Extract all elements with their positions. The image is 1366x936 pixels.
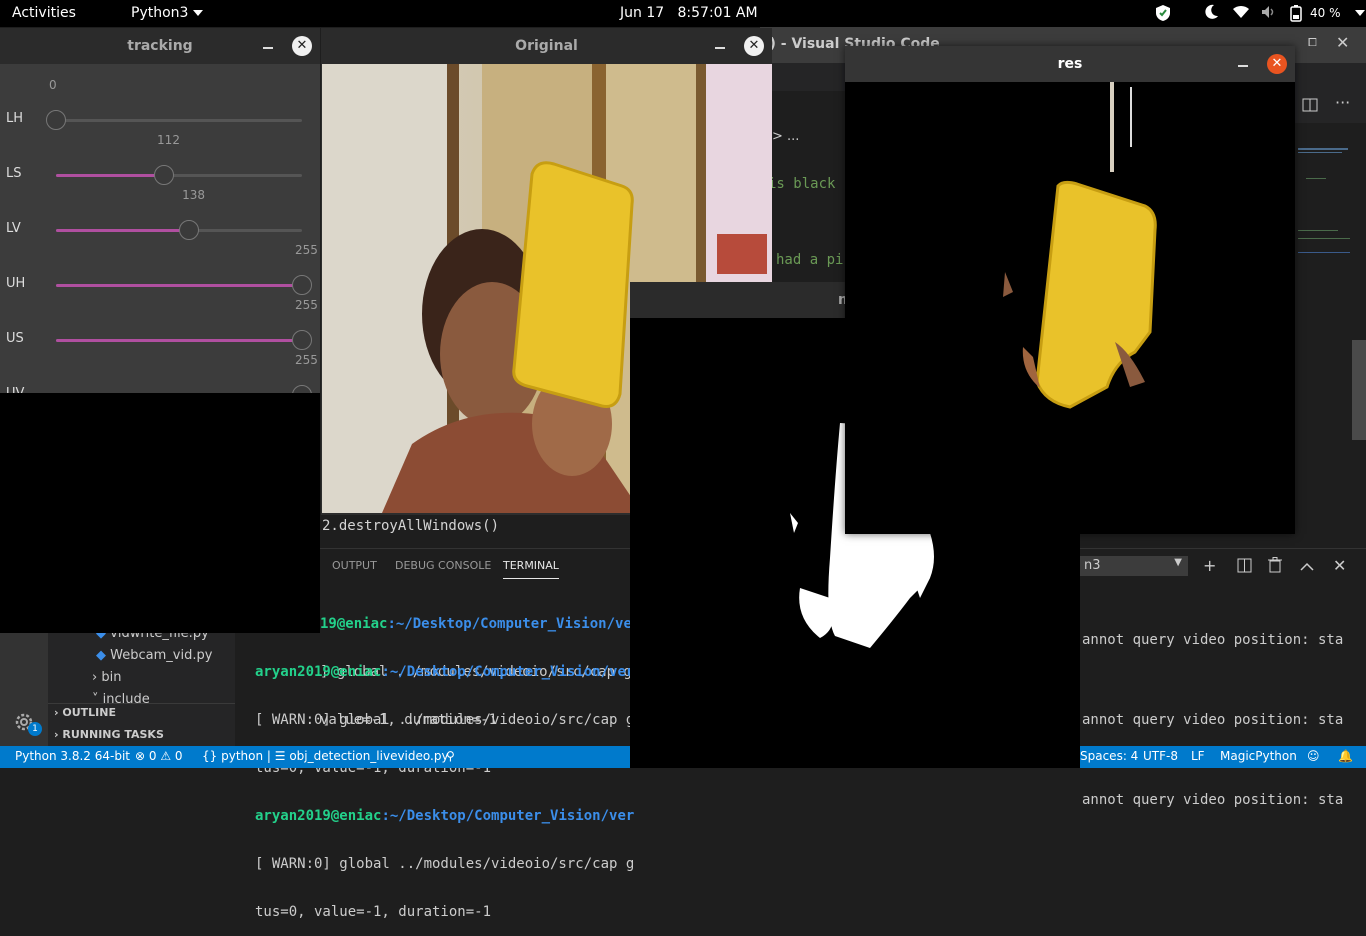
res-title: res (1057, 56, 1083, 72)
trackbar-label: US (6, 331, 24, 346)
terminal-shell-select[interactable]: n3 ▼ (1080, 556, 1188, 576)
trackbar-value: 255 (295, 353, 318, 367)
code-line: is black (768, 176, 836, 192)
trash-icon[interactable] (1268, 557, 1282, 577)
original-title: Original (515, 38, 578, 54)
wifi-icon[interactable] (1232, 5, 1250, 23)
breadcrumb[interactable]: > ... (772, 129, 799, 144)
trackbar-handle[interactable] (292, 275, 312, 295)
close-icon[interactable]: ✕ (292, 36, 312, 56)
tab-output[interactable]: OUTPUT (332, 559, 377, 572)
battery-percent: 40 % (1310, 6, 1341, 20)
trackbar-fill (56, 174, 165, 177)
minimize-icon[interactable] (1238, 65, 1248, 67)
chevron-right-icon: › (92, 670, 98, 685)
trackbar-label: LH (6, 111, 24, 126)
trackbar-fill (56, 229, 190, 232)
terminal-right[interactable]: annot query video position: sta annot qu… (1082, 600, 1343, 824)
battery-icon[interactable] (1290, 4, 1302, 26)
editor-scrollbar[interactable] (1352, 340, 1366, 440)
trackbar-track[interactable] (56, 119, 302, 122)
clock-time: 8:57:01 AM (677, 5, 758, 21)
git-icon[interactable]: ⚲ (446, 749, 455, 763)
more-actions-icon[interactable]: ··· (1335, 93, 1350, 112)
minimap[interactable] (1296, 140, 1352, 260)
split-editor-icon[interactable] (1302, 97, 1318, 117)
trackbar-label: LV (6, 221, 21, 236)
close-icon[interactable]: ✕ (1267, 54, 1287, 74)
close-icon[interactable]: ✕ (1336, 33, 1349, 52)
trackbar-label: UH (6, 276, 26, 291)
feedback-icon[interactable]: ☺ (1307, 749, 1320, 763)
clock[interactable]: Jun 17 8:57:01 AM (620, 5, 758, 21)
problems-indicator[interactable]: ⊗ 0 ⚠ 0 (135, 749, 183, 763)
trackbar-handle[interactable] (292, 330, 312, 350)
trackbar-value: 0 (49, 78, 57, 92)
tracking-canvas (0, 393, 320, 633)
folder-item[interactable]: › bin (92, 670, 121, 685)
terminal-left-bottom[interactable]: aryan2019@eniac:~/Desktop/Computer_Visio… (255, 632, 634, 936)
language-mode[interactable]: MagicPython (1220, 749, 1297, 763)
activity-bar: 1 (0, 620, 48, 746)
trackbar-value: 138 (182, 188, 206, 202)
restore-icon[interactable]: ⧠ (1308, 36, 1317, 50)
outline-section[interactable]: › OUTLINE (54, 706, 116, 719)
app-menu[interactable]: Python3 (131, 5, 204, 21)
res-window[interactable]: res ✕ (845, 46, 1295, 534)
trackbar-fill (56, 284, 302, 287)
chevron-down-icon: ▼ (1174, 557, 1182, 568)
trackbar-value: 255 (295, 298, 318, 312)
end-of-line[interactable]: LF (1191, 749, 1205, 763)
trackbar-value: 255 (295, 243, 318, 257)
night-light-icon[interactable] (1205, 4, 1219, 24)
running-tasks-section[interactable]: › RUNNING TASKS (54, 728, 164, 741)
original-titlebar[interactable]: Original ✕ (321, 28, 772, 64)
volume-icon[interactable] (1261, 5, 1277, 23)
python-interpreter[interactable]: Python 3.8.2 64-bit (15, 749, 130, 763)
res-frame (845, 82, 1295, 534)
tracking-window[interactable]: tracking ✕ LH0LS112LV138UH255US255UV255 (0, 28, 320, 405)
code-line: had a pi (776, 252, 844, 268)
chevron-down-icon (193, 10, 204, 16)
close-panel-icon[interactable]: ✕ (1333, 556, 1346, 575)
bell-icon[interactable]: 🔔 (1338, 749, 1353, 763)
trackbar-fill (56, 339, 302, 342)
system-menu-caret[interactable] (1350, 5, 1365, 21)
app-menu-label: Python3 (131, 5, 189, 21)
tab-debug-console[interactable]: DEBUG CONSOLE (395, 559, 491, 572)
gnome-top-bar: Activities Python3 Jun 17 8:57:01 AM 40 … (0, 0, 1366, 27)
settings-badge: 1 (28, 722, 42, 736)
clock-date: Jun 17 (620, 5, 665, 21)
tab-terminal[interactable]: TERMINAL (503, 559, 559, 579)
trackbar-value: 112 (157, 133, 180, 147)
split-terminal-icon[interactable] (1237, 558, 1252, 577)
maximize-panel-icon[interactable] (1300, 558, 1314, 577)
tracking-title: tracking (127, 38, 193, 54)
res-titlebar[interactable]: res ✕ (845, 46, 1295, 82)
minimize-icon[interactable] (715, 47, 725, 49)
encoding[interactable]: UTF-8 (1143, 749, 1178, 763)
trackbar-label: LS (6, 166, 22, 181)
file-item[interactable]: ◆ Webcam_vid.py (96, 648, 212, 663)
terminal-shell-value: n3 (1084, 558, 1101, 573)
close-icon[interactable]: ✕ (744, 36, 764, 56)
trackbar-handle[interactable] (46, 110, 66, 130)
activities-button[interactable]: Activities (12, 5, 76, 21)
new-terminal-icon[interactable]: + (1203, 556, 1216, 575)
breadcrumb-status[interactable]: {} python | ☰ obj_detection_livevideo.py (202, 749, 449, 763)
trackbar-handle[interactable] (179, 220, 200, 240)
indentation[interactable]: Spaces: 4 (1080, 749, 1138, 763)
tracking-titlebar[interactable]: tracking ✕ (0, 28, 320, 64)
shield-icon[interactable] (1155, 4, 1171, 26)
python-file-icon: ◆ (96, 648, 106, 663)
code-line: 2.destroyAllWindows() (322, 518, 500, 534)
minimize-icon[interactable] (263, 47, 273, 49)
trackbar-handle[interactable] (154, 165, 175, 185)
